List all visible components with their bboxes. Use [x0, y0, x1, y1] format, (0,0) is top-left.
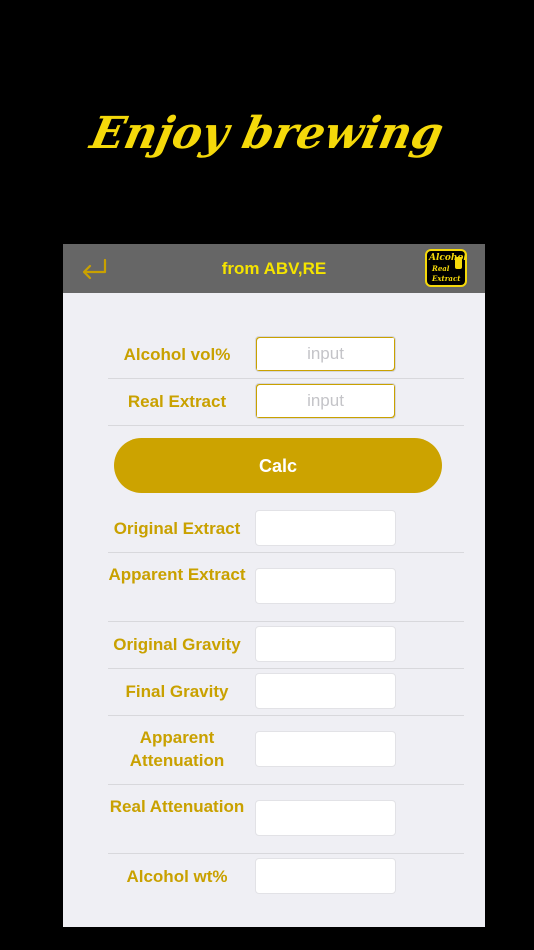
apparent-attenuation-output[interactable]	[255, 731, 396, 767]
alcohol-wt-output[interactable]	[255, 858, 396, 894]
alcohol-vol-input[interactable]	[255, 336, 396, 372]
real-attenuation-output[interactable]	[255, 800, 396, 836]
navigation-bar: from ABV,RE Alcohol Real Extract	[63, 244, 485, 293]
calc-button[interactable]: Calc	[114, 438, 442, 493]
original-extract-output[interactable]	[255, 510, 396, 546]
app-logo-button[interactable]: Alcohol Real Extract	[425, 249, 467, 287]
result-row-apparent-extract: Apparent Extract	[108, 552, 464, 622]
result-label: Alcohol wt%	[126, 867, 228, 886]
result-label: Original Gravity	[113, 635, 241, 654]
input-row-abv: Alcohol vol%	[108, 331, 464, 379]
input-label: Real Extract	[127, 392, 227, 411]
result-label: Apparent Attenuation	[129, 728, 225, 770]
app-screen: from ABV,RE Alcohol Real Extract Alcohol…	[63, 244, 485, 927]
input-row-re: Real Extract	[108, 378, 464, 426]
return-arrow-icon	[82, 258, 107, 280]
result-label: Final Gravity	[125, 682, 229, 701]
apparent-extract-output[interactable]	[255, 568, 396, 604]
beer-glass-icon	[455, 257, 462, 269]
logo-text-real: Real	[432, 264, 450, 273]
result-row-final-gravity: Final Gravity	[108, 668, 464, 716]
result-row-alcohol-wt: Alcohol wt%	[108, 853, 464, 900]
real-extract-input[interactable]	[255, 383, 396, 419]
back-button[interactable]	[77, 254, 111, 284]
final-gravity-output[interactable]	[255, 673, 396, 709]
result-label: Real Attenuation	[109, 797, 245, 816]
result-row-real-attenuation: Real Attenuation	[108, 784, 464, 854]
calculator-form: Alcohol vol% Real Extract Calc Original …	[63, 293, 485, 927]
nav-title: from ABV,RE	[221, 259, 327, 278]
result-row-apparent-attenuation: Apparent Attenuation	[108, 715, 464, 785]
logo-text-extract: Extract	[432, 274, 461, 283]
input-label: Alcohol vol%	[123, 345, 231, 364]
result-label: Apparent Extract	[108, 565, 246, 584]
promo-headline: Enjoy brewing	[86, 108, 448, 159]
result-row-original-extract: Original Extract	[108, 505, 464, 553]
original-gravity-output[interactable]	[255, 626, 396, 662]
result-label: Original Extract	[113, 519, 241, 538]
result-row-original-gravity: Original Gravity	[108, 621, 464, 669]
